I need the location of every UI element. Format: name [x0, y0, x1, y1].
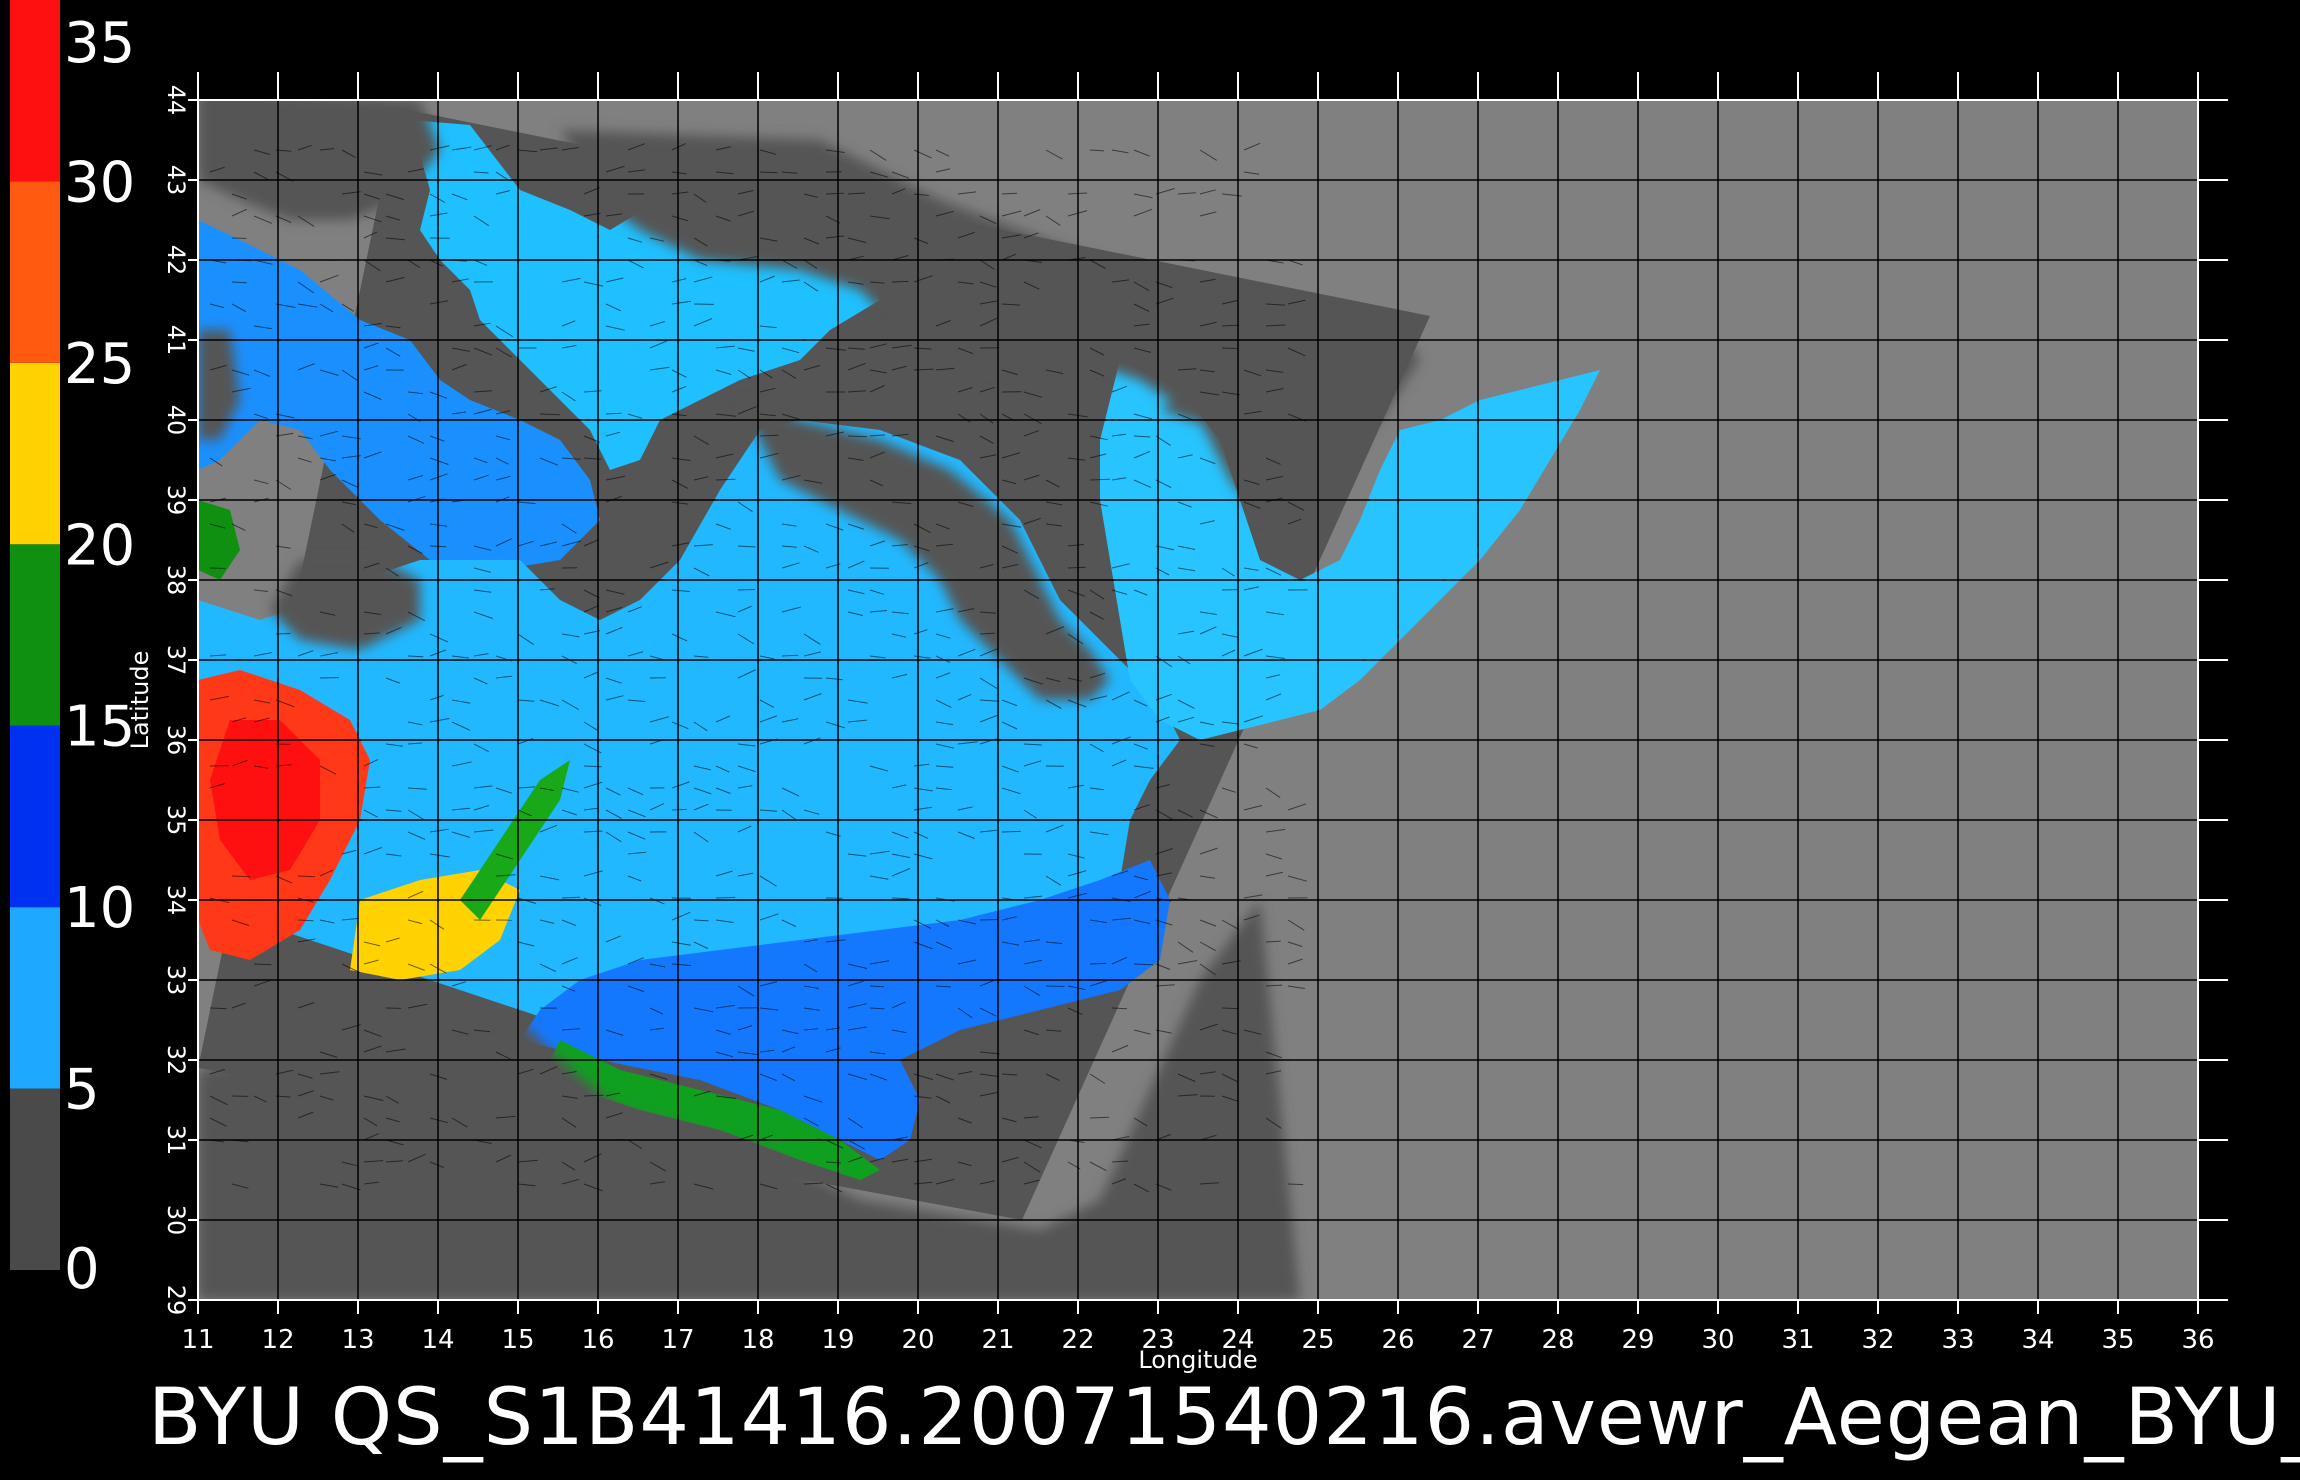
colorbar-band — [10, 181, 60, 363]
wind-vector — [605, 412, 622, 415]
wind-vector — [1089, 1116, 1110, 1119]
y-tick-label: 34 — [162, 885, 190, 916]
x-tick-label: 33 — [1941, 1325, 1974, 1355]
x-tick-label: 25 — [1301, 1325, 1334, 1355]
y-tick-label: 33 — [162, 965, 190, 996]
wind-vector — [1089, 962, 1107, 965]
x-tick-label: 15 — [501, 1325, 534, 1355]
wind-vector — [407, 655, 424, 658]
x-tick-label: 34 — [2021, 1325, 2054, 1355]
wind-vector — [1287, 1183, 1304, 1186]
y-tick-label: 36 — [162, 725, 190, 756]
colorbar-band — [10, 544, 60, 726]
colorbar-tick-label: 35 — [64, 11, 135, 76]
wind-vector — [759, 434, 779, 437]
y-tick-label: 38 — [162, 565, 190, 596]
wind-vector — [671, 808, 687, 811]
wind-vector — [209, 1007, 227, 1010]
y-tick-label: 29 — [162, 1285, 190, 1316]
wind-vector — [1001, 830, 1021, 833]
wind-vector — [891, 280, 909, 283]
colorbar-tick-label: 15 — [64, 695, 135, 760]
x-tick-label: 36 — [2181, 1325, 2214, 1355]
y-axis-label: Latitude — [126, 651, 154, 750]
colorbar-tick-label: 0 — [64, 1237, 100, 1302]
x-tick-label: 19 — [821, 1325, 854, 1355]
colorbar — [10, 0, 60, 1270]
wind-vector — [231, 875, 251, 878]
wind-vector — [1133, 963, 1154, 966]
x-tick-label: 13 — [341, 1325, 374, 1355]
wind-vector — [1221, 1007, 1239, 1010]
y-tick-label: 35 — [162, 805, 190, 836]
x-tick-label: 18 — [741, 1325, 774, 1355]
wind-vector — [979, 919, 999, 921]
wind-vector — [1221, 347, 1237, 349]
x-tick-label: 28 — [1541, 1325, 1574, 1355]
file-caption: BYU QS_S1B41416.20071540216.avewr_Aegean… — [148, 1373, 2300, 1463]
y-tick-label: 39 — [162, 485, 190, 516]
y-tick-label: 32 — [162, 1045, 190, 1076]
y-tick-label: 43 — [162, 165, 190, 196]
wind-vector — [583, 1094, 604, 1097]
y-tick-label: 37 — [162, 645, 190, 676]
wind-vector — [1045, 985, 1065, 987]
wind-vector — [715, 896, 736, 899]
wind-vector — [253, 963, 272, 966]
y-tick-label: 44 — [162, 85, 190, 116]
colorbar-band — [10, 0, 60, 182]
y-tick-label: 30 — [162, 1205, 190, 1236]
x-tick-label: 21 — [981, 1325, 1014, 1355]
y-tick-label: 42 — [162, 245, 190, 276]
x-tick-label: 22 — [1061, 1325, 1094, 1355]
wind-vector — [715, 478, 736, 481]
wind-speed-map: 0 5 10 15 20 25 30 35 11 12 13 14 15 16 17 18 1… — [0, 0, 2300, 1480]
wind-vector — [869, 985, 885, 988]
x-tick-label: 31 — [1781, 1325, 1814, 1355]
colorbar-band — [10, 362, 60, 545]
x-tick-label: 16 — [581, 1325, 614, 1355]
wind-vector — [583, 765, 602, 768]
x-tick-label: 35 — [2101, 1325, 2134, 1355]
wind-vector — [759, 171, 778, 174]
x-tick-label: 32 — [1861, 1325, 1894, 1355]
colorbar-tick-label: 30 — [64, 150, 135, 215]
x-tick-label: 11 — [181, 1325, 214, 1355]
colorbar-band — [10, 907, 60, 1089]
colorbar-tick-label: 10 — [64, 876, 135, 941]
x-tick-label: 12 — [261, 1325, 294, 1355]
colorbar-tick-label: 25 — [64, 332, 135, 397]
x-tick-label: 20 — [901, 1325, 934, 1355]
colorbar-tick-label: 5 — [64, 1058, 100, 1123]
wind-vector — [737, 589, 756, 591]
x-tick-label: 29 — [1621, 1325, 1654, 1355]
colorbar-band — [10, 725, 60, 908]
x-tick-label: 26 — [1381, 1325, 1414, 1355]
y-tick-label: 40 — [162, 405, 190, 436]
wind-vector — [209, 567, 226, 569]
y-tick-label: 31 — [162, 1125, 190, 1156]
colorbar-tick-label: 20 — [64, 513, 135, 578]
x-tick-label: 27 — [1461, 1325, 1494, 1355]
colorbar-band — [10, 1088, 60, 1270]
x-tick-label: 30 — [1701, 1325, 1734, 1355]
wind-vector — [1111, 1007, 1128, 1010]
wind-vector — [539, 413, 560, 416]
x-tick-label: 14 — [421, 1325, 454, 1355]
x-tick-label: 17 — [661, 1325, 694, 1355]
y-tick-label: 41 — [162, 325, 190, 356]
